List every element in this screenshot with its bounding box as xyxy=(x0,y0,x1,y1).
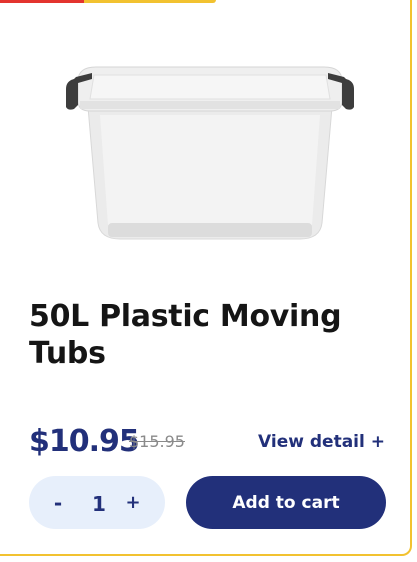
quantity-stepper: - + xyxy=(29,476,165,529)
top-accent-yellow xyxy=(84,0,216,3)
price-row: $10.95 $15.95 View detail + xyxy=(29,420,389,462)
product-title[interactable]: 50L Plastic Moving Tubs xyxy=(29,298,369,372)
original-price: $15.95 xyxy=(129,432,185,451)
top-accent-red xyxy=(0,0,84,3)
decrease-quantity-button[interactable]: - xyxy=(46,489,70,517)
product-image[interactable] xyxy=(60,55,360,255)
view-detail-link[interactable]: View detail + xyxy=(258,432,385,452)
current-price: $10.95 xyxy=(29,424,140,459)
product-card: 50L Plastic Moving Tubs $10.95 $15.95 Vi… xyxy=(0,0,412,556)
quantity-input[interactable] xyxy=(82,489,116,519)
add-to-cart-button[interactable]: Add to cart xyxy=(186,476,386,529)
increase-quantity-button[interactable]: + xyxy=(121,489,145,517)
